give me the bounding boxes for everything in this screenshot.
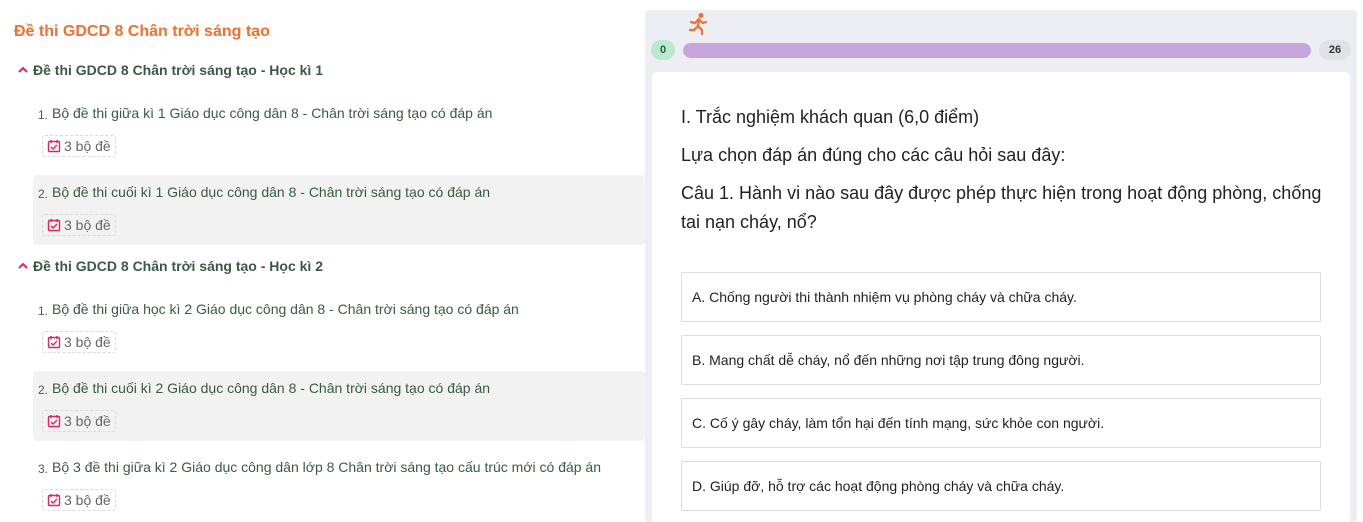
calendar-check-icon [47, 219, 61, 232]
item-link[interactable]: Bộ đề thi cuối kì 2 Giáo dục công dân 8 … [52, 380, 490, 396]
item-number: 3. [38, 462, 49, 476]
list-item[interactable]: 3. Bộ 3 đề thi giữa kì 2 Giáo dục công d… [33, 450, 645, 520]
question-text: Câu 1. Hành vi nào sau đây được phép thự… [681, 183, 1322, 232]
item-link[interactable]: Bộ đề thi giữa học kì 2 Giáo dục công dâ… [52, 301, 519, 317]
item-number: 2. [38, 383, 49, 397]
exam-list-panel: Đề thi GDCD 8 Chân trời sáng tạo Đề thi … [0, 0, 645, 522]
runner-icon [688, 13, 708, 36]
item-number: 1. [38, 304, 49, 318]
set-count-badge: 3 bộ đề [42, 214, 116, 236]
quiz-panel: 0 26 I. Trắc nghiệm khách quan (6,0 điểm… [645, 10, 1357, 522]
page-title: Đề thi GDCD 8 Chân trời sáng tạo [14, 23, 270, 40]
chevron-up-icon [18, 66, 28, 73]
badge-label: 3 bộ đề [64, 138, 111, 154]
section-heading: Đề thi GDCD 8 Chân trời sáng tạo - Học k… [33, 258, 323, 274]
progress-bar [683, 43, 1311, 58]
item-link[interactable]: Bộ đề thi cuối kì 1 Giáo dục công dân 8 … [52, 184, 490, 200]
set-count-badge: 3 bộ đề [42, 135, 116, 157]
answer-option-d[interactable]: D. Giúp đỡ, hỗ trợ các hoạt động phòng c… [681, 461, 1321, 511]
set-count-badge: 3 bộ đề [42, 331, 116, 353]
chevron-up-icon [18, 262, 28, 269]
section-title: I. Trắc nghiệm khách quan (6,0 điểm) [681, 107, 980, 127]
answer-option-b[interactable]: B. Mang chất dễ cháy, nổ đến những nơi t… [681, 335, 1321, 385]
list-item[interactable]: 1. Bộ đề thi giữa kì 1 Giáo dục công dân… [33, 96, 645, 166]
badge-label: 3 bộ đề [64, 217, 111, 233]
progress-end-label: 26 [1319, 40, 1351, 60]
calendar-check-icon [47, 140, 61, 153]
item-link[interactable]: Bộ đề thi giữa kì 1 Giáo dục công dân 8 … [52, 105, 492, 121]
answer-option-a[interactable]: A. Chống người thi thành nhiệm vụ phòng … [681, 272, 1321, 322]
section-heading: Đề thi GDCD 8 Chân trời sáng tạo - Học k… [33, 62, 323, 78]
item-link[interactable]: Bộ 3 đề thi giữa kì 2 Giáo dục công dân … [52, 459, 601, 475]
badge-label: 3 bộ đề [64, 413, 111, 429]
calendar-check-icon [47, 336, 61, 349]
badge-label: 3 bộ đề [64, 492, 111, 508]
progress-start-label: 0 [651, 40, 675, 60]
set-count-badge: 3 bộ đề [42, 489, 116, 511]
answer-option-c[interactable]: C. Cố ý gây cháy, làm tổn hại đến tính m… [681, 398, 1321, 448]
instruction-text: Lựa chọn đáp án đúng cho các câu hỏi sau… [681, 145, 1066, 165]
list-item[interactable]: 2. Bộ đề thi cuối kì 2 Giáo dục công dân… [33, 371, 645, 441]
section-toggle-hk1[interactable]: Đề thi GDCD 8 Chân trời sáng tạo - Học k… [17, 62, 323, 78]
list-item[interactable]: 1. Bộ đề thi giữa học kì 2 Giáo dục công… [33, 292, 645, 362]
calendar-check-icon [47, 494, 61, 507]
section-toggle-hk2[interactable]: Đề thi GDCD 8 Chân trời sáng tạo - Học k… [17, 258, 323, 274]
item-number: 2. [38, 187, 49, 201]
badge-label: 3 bộ đề [64, 334, 111, 350]
item-number: 1. [38, 108, 49, 122]
question-card: I. Trắc nghiệm khách quan (6,0 điểm) Lựa… [652, 72, 1350, 522]
calendar-check-icon [47, 415, 61, 428]
list-item[interactable]: 2. Bộ đề thi cuối kì 1 Giáo dục công dân… [33, 175, 645, 245]
set-count-badge: 3 bộ đề [42, 410, 116, 432]
